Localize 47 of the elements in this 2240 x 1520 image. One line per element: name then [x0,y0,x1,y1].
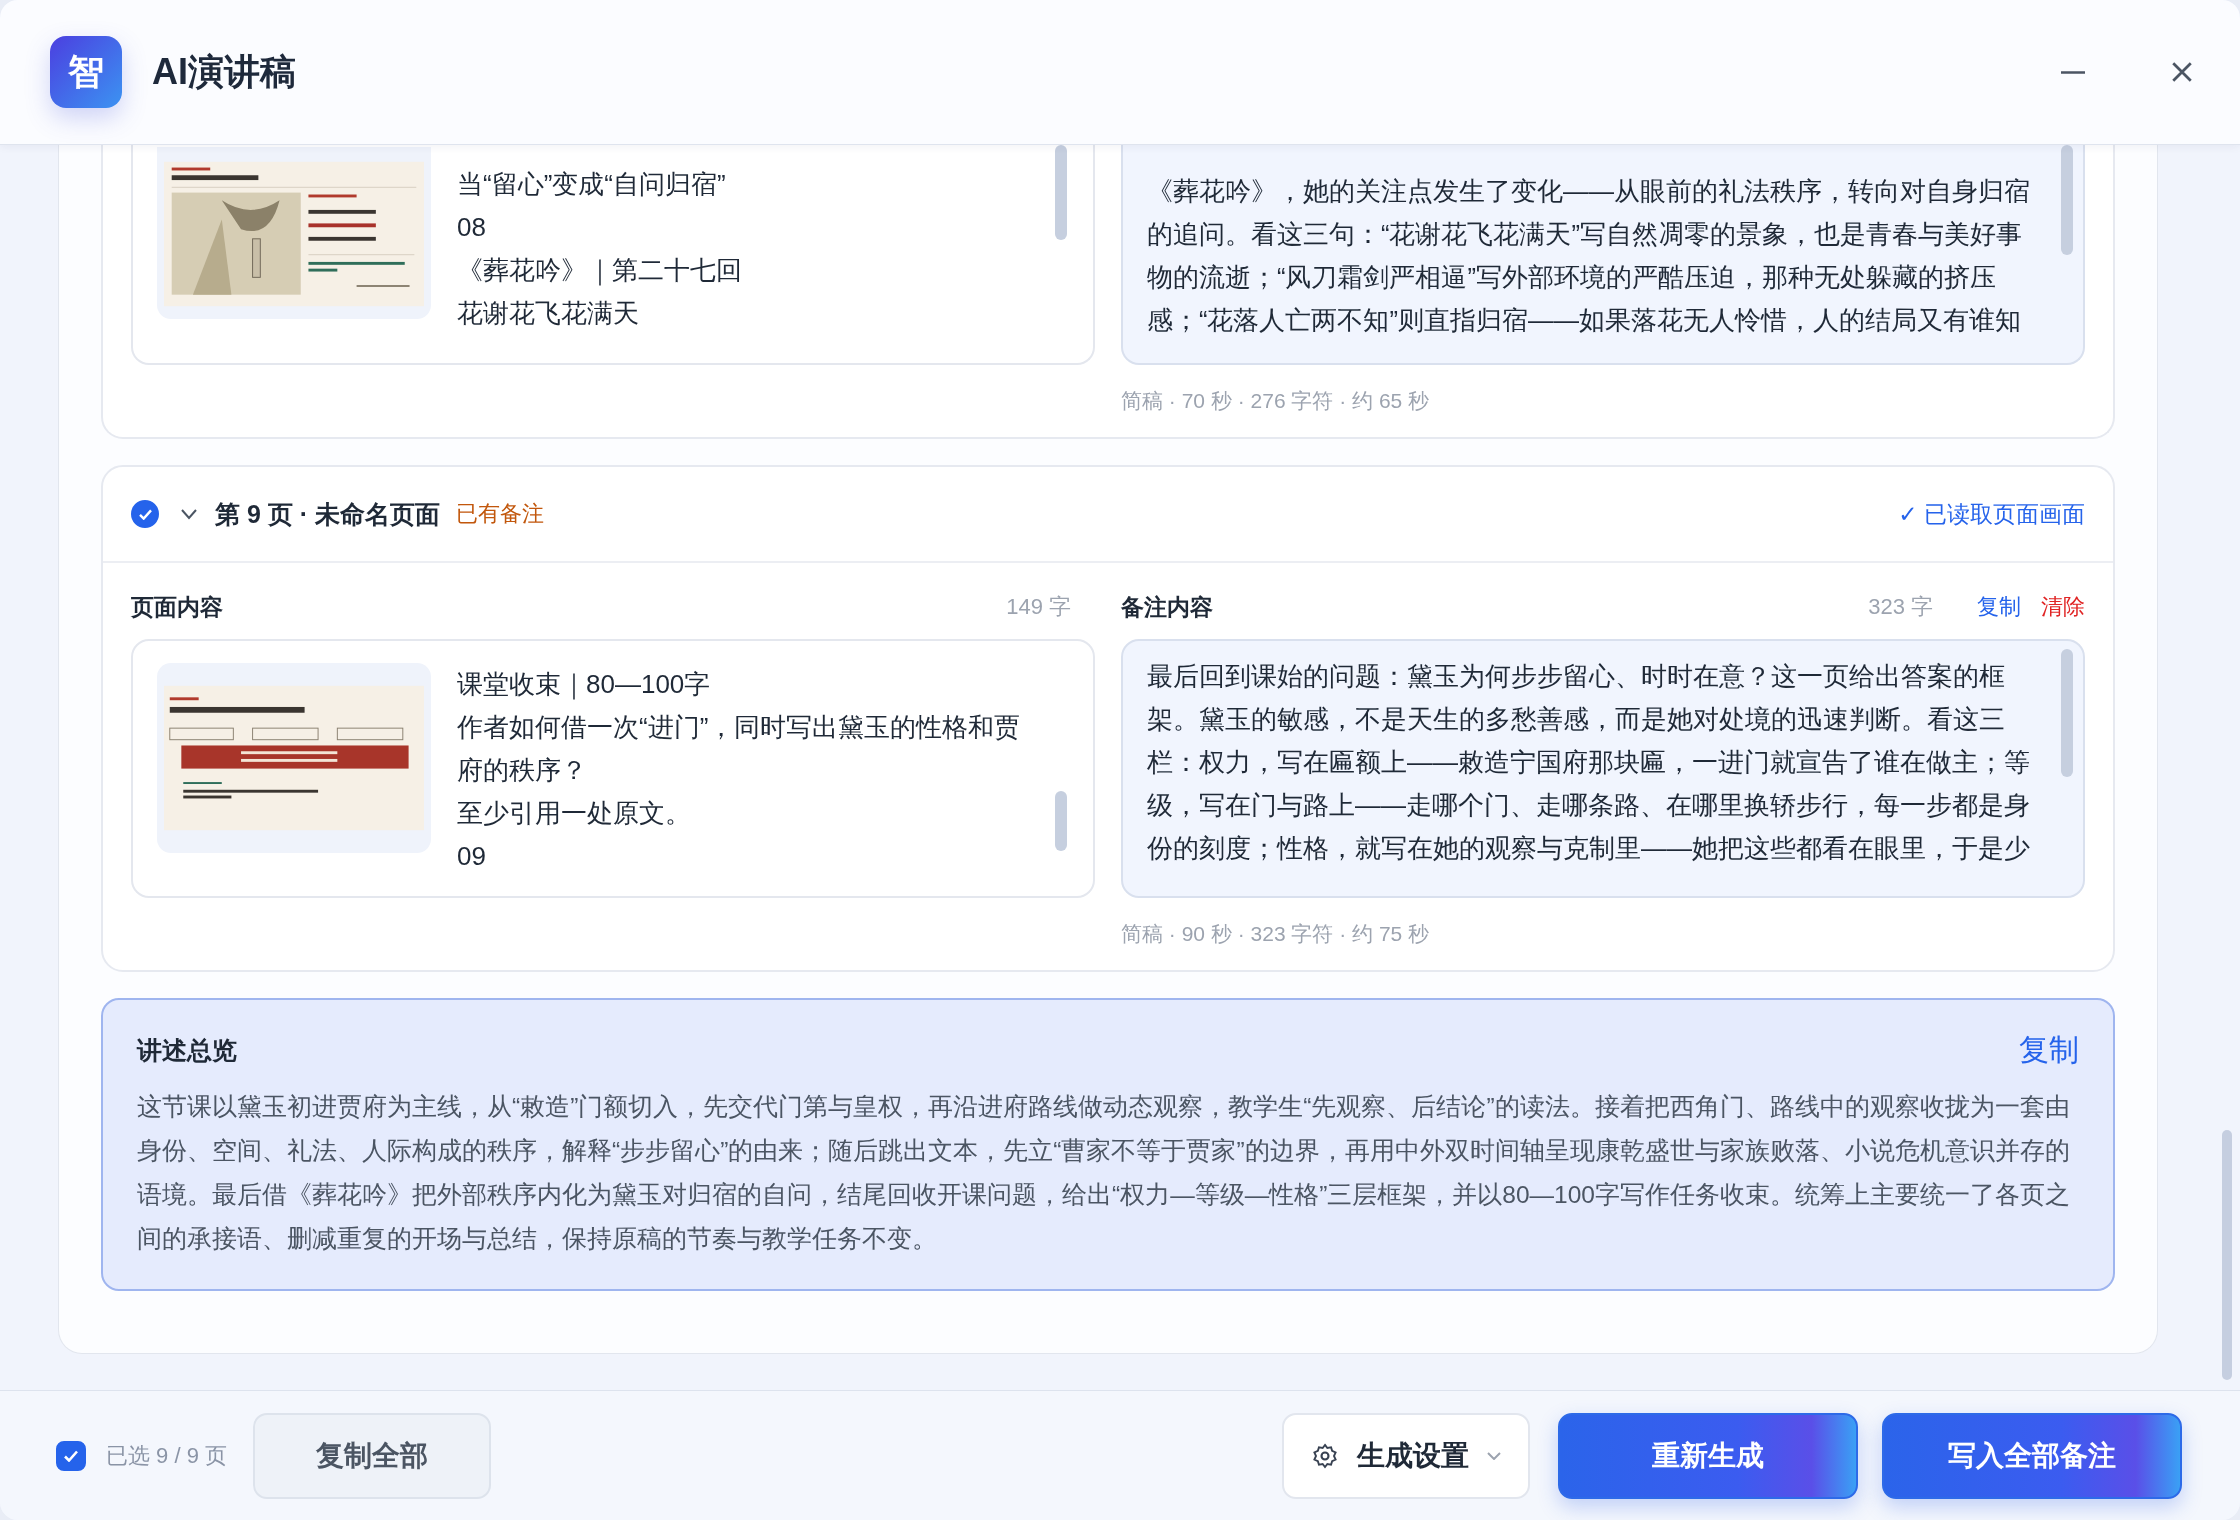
content-line: 课堂收束｜80—100字 [457,668,712,702]
notes-text-area[interactable]: 最后回到课始的问题：黛玉为何步步留心、时时在意？这一页给出答案的框架。黛玉的敏感，不是天生的多愁善感，而是她对处境的迅速判断。看这三栏：权力，写在匾额上——敕造宁国府那块匾，一进门就宣告了谁在做主；等级，写在门与路上——走哪个门、走哪条路、在哪里换轿步行，每一步都是身份的刻度；性格，就写在她的观察与克制里——她把这些都看在眼里，于是少 [1121,639,2085,898]
text-link[interactable]: 清除 [2041,592,2085,622]
selection-count: 已选 9 / 9 页 [106,1441,228,1470]
notes-text: 《葬花吟》，她的关注点发生了变化——从眼前的礼法秩序，转向对自身归宿的追问。看这三句：“花谢花飞花满天”写自然凋零的景象，也是青春与美好事物的流逝；“风刀霜剑严相逼”写外部环境的严酷压迫，那种无处躲藏的挤压感；“花落人亡两不知”则直指归宿——如果落花无人怜惜，人的结局又有谁知 [1147,176,2031,336]
scrollbar-thumb[interactable] [1055,145,1067,240]
content-line: 08 [457,211,487,244]
settings-icon [1311,1441,1339,1470]
content-line: 09 [457,840,487,873]
minimize-icon [2060,70,2086,74]
scrollbar-thumb[interactable] [1055,791,1067,851]
close-icon [2172,62,2192,82]
copy-link[interactable]: 复制 [2019,1030,2079,1071]
checkbox[interactable] [56,1440,86,1471]
text-link[interactable]: 复制 [1977,592,2021,622]
content-line: 当“留心”变成“自问归宿” [457,168,727,201]
caret-icon [1487,1451,1501,1460]
capture-status: ✓ 已读取页面画面 [1898,499,2085,529]
button-label: 生成设置 [1357,1438,1469,1473]
notes-text-area[interactable]: 《葬花吟》，她的关注点发生了变化——从眼前的礼法秩序，转向对自身归宿的追问。看这三句：“花谢花飞花满天”写自然凋零的景象，也是青春与美好事物的流逝；“风刀霜剑严相逼”写外部环境的严酷压迫，那种无处躲藏的挤压感；“花落人亡两不知”则直指归宿——如果落花无人怜惜，人的结局又有谁知 [1121,145,2085,365]
summary-text: 这节课以黛玉初进贾府为主线，从“敕造”门额切入，先交代门第与皇权，再沿进府路线做动态观察，教学生“先观察、后结论”的读法。接着把西角门、路线中的观察收拢为一套由身份、空间、礼法、人际构成的秩序，解释“步步留心”的由来；随后跳出文本，先立“曹家不等于贾家”的边界，再用中外双时间轴呈现康乾盛世与家族败落、小说危机意识并存的语境。最后借《葬花吟》把外部秩序内化为黛玉对归宿的自问，结尾回收开课问题，给出“权力—等级—性格”三层框架，并以80—100字写作任务收束。统筹上主要统一了各页之间的承接语、删减重复的开场与总结，保持原稿的节奏与教学任务不变。 [137,1092,2071,1254]
scrollbar-thumb[interactable] [2061,145,2073,255]
content-line: 作者如何借一次“进门”，同时写出黛玉的性格和贾府的秩序？ [457,711,1022,787]
section-label: 备注内容 [1121,592,1213,622]
app-logo: 智 [50,36,122,108]
window-title: AI演讲稿 [152,49,296,94]
scrollbar-thumb[interactable] [2222,1130,2232,1380]
content-line: 至少引用一处原文。 [457,797,692,830]
copy-all-button[interactable]: 复制全部 [253,1412,492,1499]
content-line: 花谢花飞花满天 [457,297,640,330]
content-line: 《葬花吟》｜第二十七回 [457,254,742,288]
notes-meta: 简稿 · 90 秒 · 323 字符 · 约 75 秒 [1121,921,1431,947]
primary-button[interactable]: 写入全部备注 [1882,1412,2182,1499]
word-count: 149 字 [1006,593,1071,621]
primary-button[interactable]: 重新生成 [1558,1412,1858,1499]
notes-meta: 简稿 · 70 秒 · 276 字符 · 约 65 秒 [1121,388,1431,414]
check-icon [138,508,152,520]
scrollbar-thumb[interactable] [2061,649,2073,777]
notes-text: 最后回到课始的问题：黛玉为何步步留心、时时在意？这一页给出答案的框架。黛玉的敏感，不是天生的多愁善感，而是她对处境的迅速判断。看这三栏：权力，写在匾额上——敕造宁国府那块匾，一进门就宣告了谁在做主；等级，写在门与路上——走哪个门、走哪条路、在哪里换轿步行，每一步都是身份的刻度；性格，就写在她的观察与克制里——她把这些都看在眼里，于是少 [1147,661,2031,864]
section-label: 页面内容 [131,592,223,622]
page-title: 第 9 页 · 未命名页面 [215,498,440,530]
check-icon [64,1449,78,1462]
notes-status-tag: 已有备注 [456,499,544,529]
settings-dropdown[interactable]: 生成设置 [1282,1412,1530,1499]
word-count: 323 字 [1868,593,1933,621]
summary-title: 讲述总览 [137,1035,237,1066]
checkbox[interactable] [131,500,159,528]
